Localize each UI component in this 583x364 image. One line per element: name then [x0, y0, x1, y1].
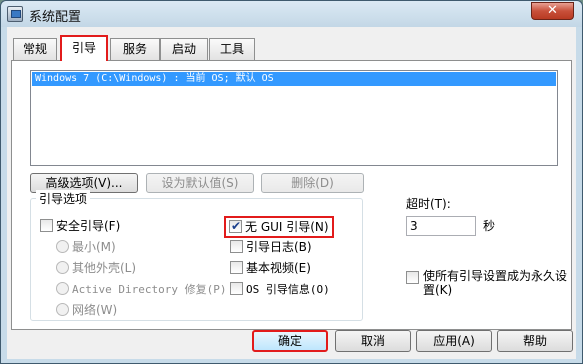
- timeout-label: 超时(T):: [406, 197, 451, 211]
- radio-circle[interactable]: [56, 261, 69, 274]
- checkbox-box[interactable]: [406, 271, 419, 284]
- ok-button[interactable]: 确定: [252, 330, 328, 352]
- title-bar[interactable]: 系统配置 ✕: [1, 1, 582, 27]
- tab-tools[interactable]: 工具: [209, 38, 255, 60]
- checkbox-box[interactable]: [230, 261, 243, 274]
- close-button[interactable]: ✕: [531, 2, 574, 20]
- tab-startup[interactable]: 启动: [160, 38, 208, 60]
- system-config-window: 系统配置 ✕ 常规 引导 服务 启动 工具 Windows 7 (C:\Wind…: [0, 0, 583, 364]
- boot-log-label: 引导日志(B): [246, 240, 312, 254]
- safe-boot-checkbox[interactable]: 安全引导(F): [40, 218, 120, 234]
- set-default-button[interactable]: 设为默认值(S): [146, 173, 254, 193]
- base-video-checkbox[interactable]: 基本视频(E): [230, 260, 311, 276]
- os-boot-info-label: OS 引导信息(O): [246, 283, 330, 296]
- no-gui-boot-label: 无 GUI 引导(N): [245, 220, 329, 234]
- cancel-button[interactable]: 取消: [335, 330, 411, 352]
- ad-repair-label: Active Directory 修复(P): [72, 283, 227, 296]
- timeout-unit: 秒: [483, 219, 496, 233]
- network-radio[interactable]: 网络(W): [56, 302, 117, 318]
- tab-services[interactable]: 服务: [110, 38, 160, 60]
- timeout-input[interactable]: 3: [406, 216, 476, 236]
- help-button[interactable]: 帮助: [497, 330, 573, 352]
- checkbox-box[interactable]: [230, 240, 243, 253]
- permanent-checkbox[interactable]: [406, 271, 420, 285]
- minimal-radio[interactable]: 最小(M): [56, 239, 116, 255]
- tab-boot[interactable]: 引导: [60, 35, 108, 61]
- apply-button[interactable]: 应用(A): [416, 330, 492, 352]
- alternate-shell-radio[interactable]: 其他外壳(L): [56, 260, 136, 276]
- dialog-client-area: 常规 引导 服务 启动 工具 Windows 7 (C:\Windows) : …: [7, 27, 576, 359]
- delete-button[interactable]: 删除(D): [261, 173, 364, 193]
- window-title: 系统配置: [29, 10, 82, 25]
- permanent-label: 使所有引导设置成为永久设置(K): [423, 269, 568, 297]
- base-video-label: 基本视频(E): [246, 261, 311, 275]
- network-label: 网络(W): [72, 303, 118, 317]
- boot-log-checkbox[interactable]: 引导日志(B): [230, 239, 312, 255]
- boot-tab-panel: Windows 7 (C:\Windows) : 当前 OS; 默认 OS 高级…: [11, 60, 572, 330]
- no-gui-boot-checkbox[interactable]: 无 GUI 引导(N): [224, 216, 334, 238]
- checkbox-box[interactable]: [229, 218, 242, 234]
- radio-circle[interactable]: [56, 303, 69, 316]
- radio-circle[interactable]: [56, 282, 69, 295]
- checkbox-box[interactable]: [230, 282, 243, 295]
- checkbox-box[interactable]: [40, 219, 53, 232]
- boot-options-label: 引导选项: [36, 190, 91, 207]
- minimal-label: 最小(M): [72, 240, 116, 254]
- os-list[interactable]: Windows 7 (C:\Windows) : 当前 OS; 默认 OS: [30, 70, 558, 166]
- os-list-item[interactable]: Windows 7 (C:\Windows) : 当前 OS; 默认 OS: [32, 72, 556, 86]
- tab-general[interactable]: 常规: [13, 38, 57, 60]
- alternate-shell-label: 其他外壳(L): [72, 261, 137, 275]
- system-config-app-icon: [7, 6, 23, 22]
- radio-circle[interactable]: [56, 240, 69, 253]
- ad-repair-radio[interactable]: Active Directory 修复(P): [56, 281, 226, 297]
- safe-boot-label: 安全引导(F): [56, 219, 121, 233]
- os-boot-info-checkbox[interactable]: OS 引导信息(O): [230, 281, 330, 297]
